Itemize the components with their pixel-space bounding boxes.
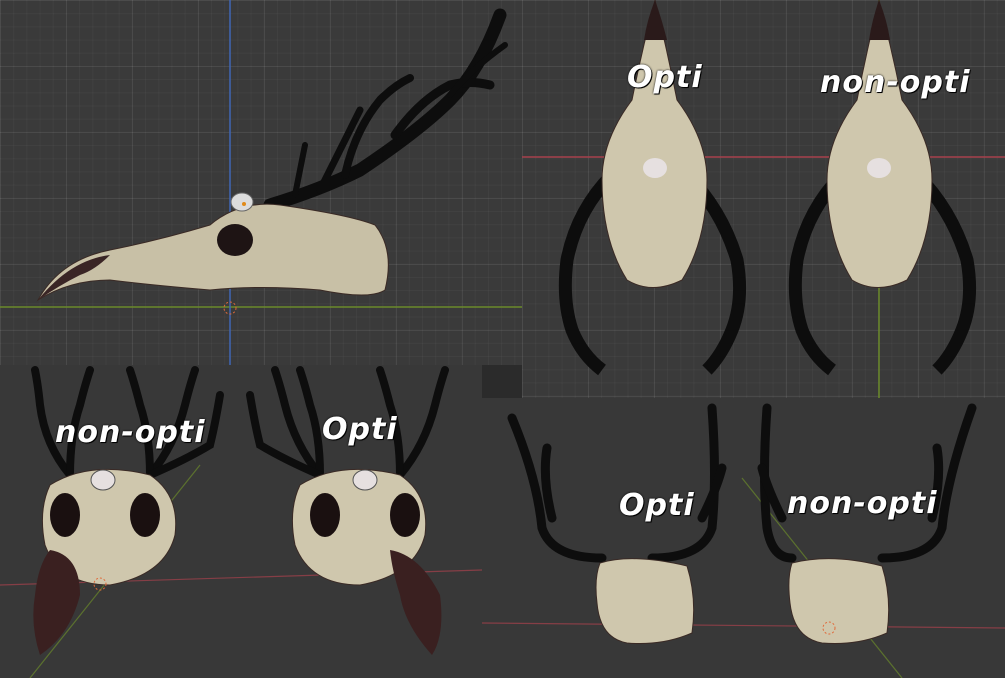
skull-back-right [757,403,977,645]
skull-top-left [558,0,747,376]
viewport-side[interactable] [0,0,522,365]
top-view-scene [522,0,1005,398]
back-view-scene [482,403,1005,678]
skull-top-right [788,0,977,376]
label-opti-top: Opti [627,60,703,95]
viewport-top[interactable]: Opti non-opti [522,0,1005,398]
skull-back-left [507,403,727,645]
viewport-front[interactable]: non-opti Opti [0,365,482,678]
antler-side [263,8,508,212]
skull-front-left [31,366,224,655]
label-non-opti-back: non-opti [787,486,938,521]
front-view-scene [0,366,482,678]
viewport-back[interactable]: Opti non-opti [482,398,1005,678]
side-view-scene [0,0,522,365]
label-non-opti-front: non-opti [55,415,206,450]
eyeball-side [230,192,254,212]
label-opti-back: Opti [619,488,695,523]
eye-socket-side [217,224,253,256]
label-opti-front: Opti [322,412,398,447]
skull-side [36,203,389,302]
label-non-opti-top: non-opti [820,65,971,100]
